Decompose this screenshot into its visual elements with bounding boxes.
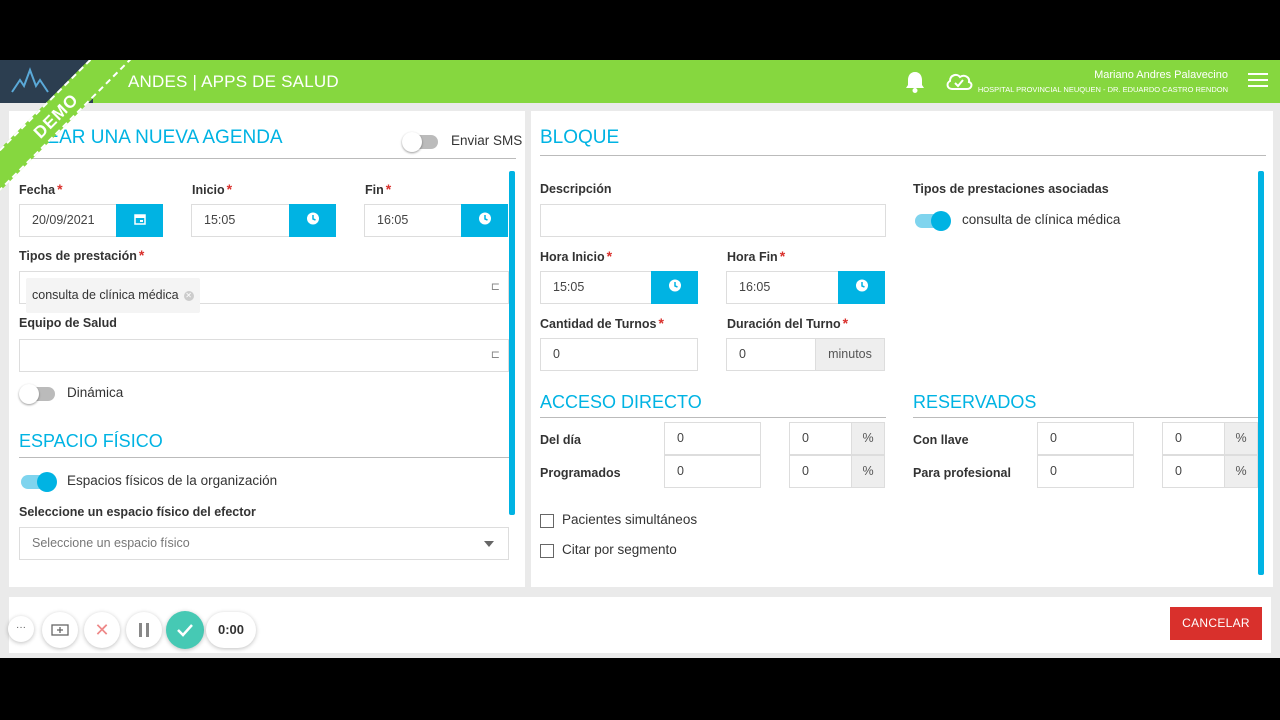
bloque-title: BLOQUE — [540, 127, 620, 148]
espacio-select[interactable]: Seleccione un espacio físico — [19, 527, 509, 560]
acceso-row-label: Del día — [540, 433, 581, 447]
hora-inicio-input[interactable]: 15:05 — [540, 271, 652, 304]
simultaneos-label: Pacientes simultáneos — [562, 512, 698, 527]
close-icon[interactable]: ✕ — [183, 290, 194, 301]
hora-inicio-label: Hora Inicio * — [540, 248, 613, 264]
cloud-check-icon[interactable] — [945, 71, 973, 96]
prestacion-label: Tipos de prestación * — [19, 247, 145, 263]
user-hospital: HOSPITAL PROVINCIAL NEUQUEN - DR. EDUARD… — [977, 85, 1228, 94]
clock-icon — [855, 279, 868, 297]
percent-addon: % — [851, 422, 885, 455]
scrollbar[interactable] — [509, 171, 515, 515]
bloque-panel: BLOQUE Descripción Tipos de prestaciones… — [531, 111, 1273, 587]
hora-inicio-clock-button[interactable] — [651, 271, 698, 304]
tipo-asociada-label: consulta de clínica médica — [962, 212, 1121, 227]
espacios-toggle[interactable] — [21, 472, 57, 492]
acceso-dia-input[interactable]: 0 — [664, 422, 761, 455]
divider — [19, 457, 509, 458]
scrollbar[interactable] — [1258, 171, 1264, 575]
clock-icon — [668, 279, 681, 297]
clock-icon — [478, 212, 491, 230]
hora-fin-clock-button[interactable] — [838, 271, 885, 304]
percent-addon: % — [851, 455, 885, 488]
cantidad-label: Cantidad de Turnos * — [540, 315, 664, 331]
fin-clock-button[interactable] — [461, 204, 508, 237]
espacio-title: ESPACIO FÍSICO — [19, 431, 163, 451]
dropdown-arrow-icon: ⊏ — [490, 349, 500, 361]
acceso-programados-input[interactable]: 0 — [664, 455, 761, 488]
sms-label: Enviar SMS — [451, 133, 523, 148]
segmento-checkbox[interactable] — [540, 544, 554, 558]
app-screen: ANDES | APPS DE SALUD Mariano Andres Pal… — [0, 60, 1280, 658]
cantidad-input[interactable]: 0 — [540, 338, 698, 371]
para-profesional-pct-input[interactable]: 0 — [1162, 455, 1225, 488]
con-llave-input[interactable]: 0 — [1037, 422, 1134, 455]
select-espacio-label: Seleccione un espacio físico del efector — [19, 505, 256, 519]
simultaneos-checkbox[interactable] — [540, 514, 554, 528]
close-icon[interactable]: ✕ — [84, 612, 120, 648]
tipo-asociada-toggle[interactable] — [915, 211, 951, 231]
acceso-title: ACCESO DIRECTO — [540, 392, 702, 412]
con-llave-pct-input[interactable]: 0 — [1162, 422, 1225, 455]
reservados-row-label: Con llave — [913, 433, 969, 447]
fin-label: Fin * — [365, 181, 392, 197]
calendar-icon — [133, 212, 146, 230]
divider — [19, 158, 516, 159]
check-icon[interactable] — [166, 611, 204, 649]
percent-addon: % — [1224, 422, 1258, 455]
descripcion-label: Descripción — [540, 182, 612, 196]
duracion-input[interactable]: 0 — [726, 338, 816, 371]
percent-addon: % — [1224, 455, 1258, 488]
hamburger-icon[interactable] — [1248, 73, 1268, 89]
para-profesional-input[interactable]: 0 — [1037, 455, 1134, 488]
top-navbar: ANDES | APPS DE SALUD Mariano Andres Pal… — [0, 60, 1280, 103]
dropdown-arrow-icon: ⊏ — [490, 281, 500, 293]
hora-fin-label: Hora Fin * — [727, 248, 786, 264]
divider — [540, 155, 1266, 156]
more-button[interactable]: ··· — [8, 616, 34, 642]
calendar-button[interactable] — [116, 204, 163, 237]
bell-icon[interactable] — [904, 70, 926, 99]
acceso-row-label: Programados — [540, 466, 621, 480]
inicio-label: Inicio * — [192, 181, 233, 197]
descripcion-input[interactable] — [540, 204, 886, 237]
clock-icon — [306, 212, 319, 230]
reservados-title: RESERVADOS — [913, 392, 1037, 412]
inicio-input[interactable]: 15:05 — [191, 204, 290, 237]
reservados-row-label: Para profesional — [913, 466, 1011, 480]
agenda-panel: CREAR UNA NUEVA AGENDA Enviar SMS Fecha *… — [9, 111, 525, 587]
pause-icon[interactable] — [126, 612, 162, 648]
timer-display: 0:00 — [206, 612, 256, 648]
divider — [540, 417, 886, 418]
fecha-label: Fecha * — [19, 181, 63, 197]
equipo-select[interactable]: ⊏ — [19, 339, 509, 372]
prestacion-select[interactable]: consulta de clínica médica ✕ ⊏ — [19, 271, 509, 313]
fecha-input[interactable]: 20/09/2021 — [19, 204, 117, 237]
cancel-button[interactable]: CANCELAR — [1170, 607, 1262, 640]
prestacion-chip[interactable]: consulta de clínica médica ✕ — [26, 278, 200, 313]
app-title: ANDES | APPS DE SALUD — [128, 72, 339, 91]
segmento-label: Citar por segmento — [562, 542, 677, 557]
duracion-label: Duración del Turno * — [727, 315, 849, 331]
dinamica-toggle[interactable] — [19, 384, 55, 404]
dropdown-arrow-icon — [484, 541, 494, 547]
acceso-programados-pct-input[interactable]: 0 — [789, 455, 852, 488]
tipos-asociadas-label: Tipos de prestaciones asociadas — [913, 182, 1109, 196]
sms-toggle[interactable] — [402, 132, 438, 152]
divider — [913, 417, 1259, 418]
inicio-clock-button[interactable] — [289, 204, 336, 237]
duracion-unit: minutos — [815, 338, 885, 371]
add-video-icon[interactable] — [42, 612, 78, 648]
equipo-label: Equipo de Salud — [19, 316, 117, 330]
espacios-toggle-label: Espacios físicos de la organización — [67, 473, 278, 488]
hora-fin-input[interactable]: 16:05 — [726, 271, 839, 304]
espacio-select-placeholder: Seleccione un espacio físico — [32, 536, 190, 550]
user-name[interactable]: Mariano Andres Palavecino — [1094, 69, 1228, 81]
acceso-dia-pct-input[interactable]: 0 — [789, 422, 852, 455]
fin-input[interactable]: 16:05 — [364, 204, 462, 237]
dinamica-label: Dinámica — [67, 385, 124, 400]
